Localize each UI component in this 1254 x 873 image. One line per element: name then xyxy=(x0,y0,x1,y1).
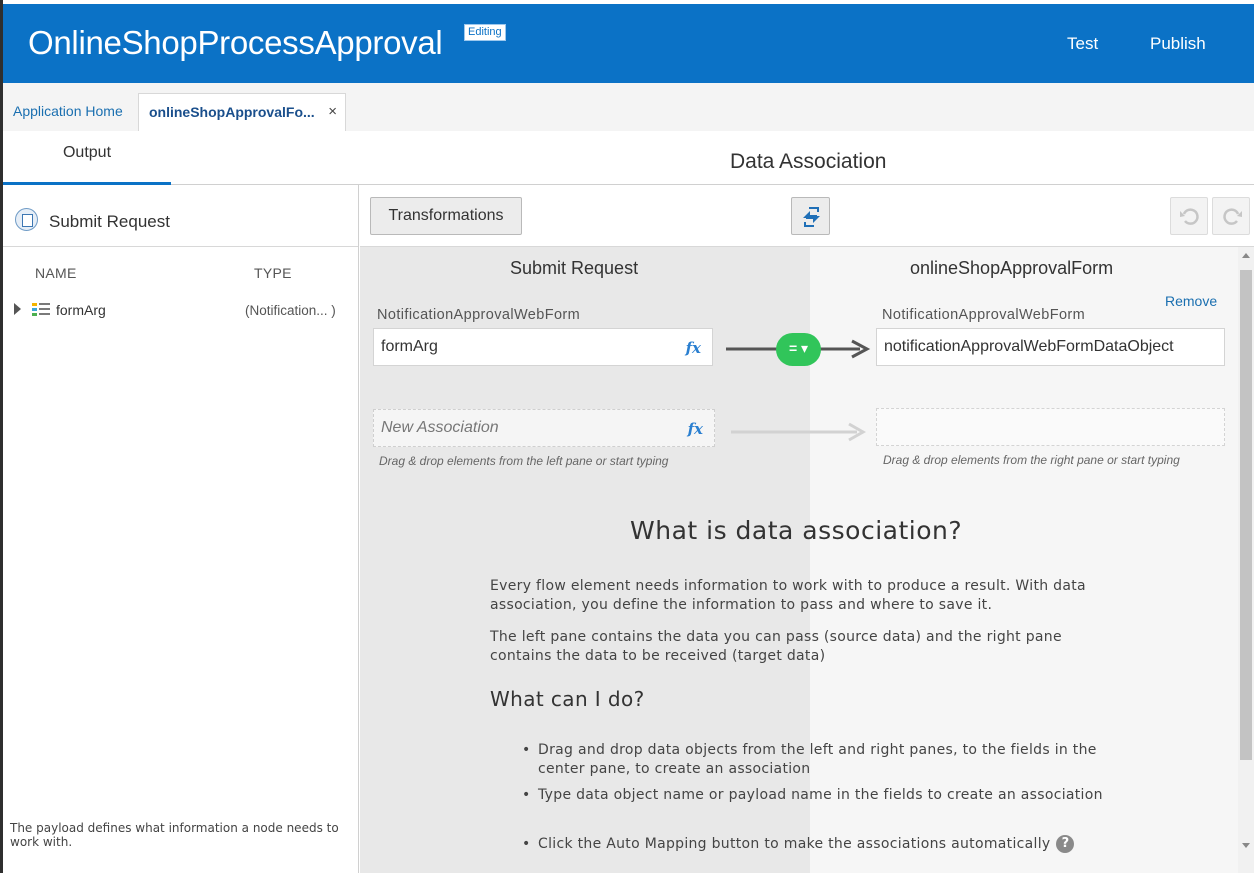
help-subtitle: What can I do? xyxy=(490,687,645,711)
vertical-scrollbar[interactable] xyxy=(1238,247,1254,873)
payload-pane-title: Submit Request xyxy=(49,212,170,231)
data-association-area: Transformations Submit Request onlineSho… xyxy=(360,185,1254,873)
help-paragraph: The left pane contains the data you can … xyxy=(490,629,1062,664)
expression-editor-icon[interactable]: fx xyxy=(686,339,701,357)
new-association-field[interactable]: New Association fx xyxy=(373,409,715,447)
undo-icon xyxy=(1180,208,1199,225)
sub-header: Output Data Association xyxy=(3,131,1254,185)
target-type-label: NotificationApprovalWebForm xyxy=(882,307,1086,323)
redo-button[interactable] xyxy=(1212,197,1250,235)
placeholder-arrow-icon xyxy=(731,422,867,442)
app-window: OnlineShopProcessApproval Editing Test P… xyxy=(0,0,1254,873)
publish-button[interactable]: Publish xyxy=(1150,34,1206,54)
structure-icon xyxy=(32,303,50,317)
help-bullet: Click the Auto Mapping button to make th… xyxy=(522,835,1128,854)
help-question-icon[interactable]: ? xyxy=(1056,835,1075,853)
source-type-label: NotificationApprovalWebForm xyxy=(377,307,581,323)
transformations-button[interactable]: Transformations xyxy=(370,197,522,235)
tab-bar: Application Home onlineShopApprovalFo...… xyxy=(3,83,1254,131)
help-bullet-text: Click the Auto Mapping button to make th… xyxy=(538,836,1051,852)
tab-output[interactable]: Output xyxy=(3,131,171,185)
expand-caret-icon[interactable] xyxy=(14,303,21,315)
target-field[interactable]: notificationApprovalWebFormDataObject xyxy=(876,328,1225,366)
document-icon xyxy=(15,208,38,231)
payload-pane-header: Submit Request xyxy=(3,185,358,247)
scroll-down-arrow-icon[interactable] xyxy=(1242,843,1250,848)
association-toolbar: Transformations xyxy=(360,185,1254,247)
new-association-placeholder: New Association xyxy=(381,419,499,436)
target-hint: Drag & drop elements from the right pane… xyxy=(883,453,1180,467)
source-title: Submit Request xyxy=(510,258,639,278)
tab-application-home[interactable]: Application Home xyxy=(3,93,133,131)
column-header-name: NAME xyxy=(35,265,77,281)
auto-mapping-button[interactable] xyxy=(791,197,830,235)
tab-online-shop-approval-form[interactable]: onlineShopApprovalFo... × xyxy=(138,93,346,131)
remove-link[interactable]: Remove xyxy=(1165,293,1217,309)
source-hint: Drag & drop elements from the left pane … xyxy=(379,454,669,468)
source-expression-value: formArg xyxy=(381,338,438,355)
expression-editor-icon[interactable]: fx xyxy=(688,420,703,438)
undo-button[interactable] xyxy=(1170,197,1208,235)
tab-label: onlineShopApprovalFo... xyxy=(149,104,315,120)
column-header-type: TYPE xyxy=(254,265,292,281)
scroll-up-arrow-icon[interactable] xyxy=(1242,253,1250,258)
scrollbar-thumb[interactable] xyxy=(1240,270,1252,760)
tree-item-formarg[interactable]: formArg (Notification... ) xyxy=(3,297,358,321)
operator-dropdown[interactable]: = ▾ xyxy=(776,333,821,366)
target-title: onlineShopApprovalForm xyxy=(910,258,1114,278)
tree-item-name: formArg xyxy=(56,302,106,318)
app-header: OnlineShopProcessApproval Editing Test P… xyxy=(3,4,1254,83)
help-bullet: Drag and drop data objects from the left… xyxy=(522,741,1128,779)
close-icon[interactable]: × xyxy=(328,103,337,120)
payload-pane: Submit Request NAME TYPE formArg (Notifi… xyxy=(3,185,359,873)
help-bullet: Type data object name or payload name in… xyxy=(522,786,1128,805)
page-title: Data Association xyxy=(730,150,887,173)
redo-icon xyxy=(1223,208,1242,225)
source-expression-field[interactable]: formArg fx xyxy=(373,328,713,366)
help-paragraph: Every flow element needs information to … xyxy=(490,578,1086,613)
help-title: What is data association? xyxy=(630,516,963,545)
test-button[interactable]: Test xyxy=(1067,34,1098,54)
target-field-value: notificationApprovalWebFormDataObject xyxy=(884,338,1174,355)
auto-mapping-icon xyxy=(803,207,820,227)
payload-pane-footer: The payload defines what information a n… xyxy=(10,821,339,849)
editing-badge: Editing xyxy=(464,24,506,41)
tree-item-type: (Notification... ) xyxy=(245,303,336,318)
app-title: OnlineShopProcessApproval xyxy=(28,24,443,61)
new-target-field[interactable] xyxy=(876,408,1225,446)
